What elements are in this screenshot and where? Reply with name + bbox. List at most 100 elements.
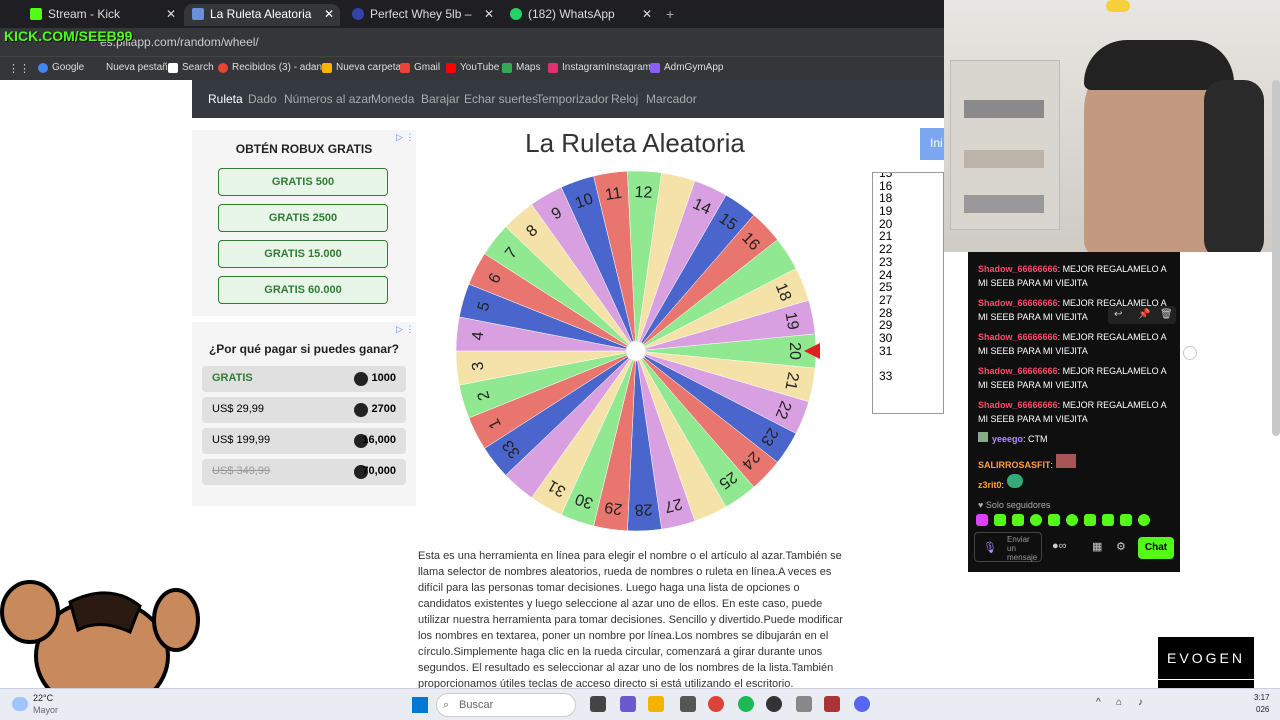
- close-icon[interactable]: ✕: [484, 4, 494, 24]
- emote-icon[interactable]: [1048, 514, 1060, 526]
- store-icon[interactable]: ▦: [1092, 540, 1102, 553]
- close-icon[interactable]: ✕: [166, 4, 176, 24]
- taskview-icon[interactable]: [590, 696, 606, 712]
- gratis-2500-button[interactable]: GRATIS 2500: [218, 204, 388, 232]
- bookmark-maps[interactable]: Maps: [502, 61, 540, 75]
- emote-icon[interactable]: [1012, 514, 1024, 526]
- nav-numeros[interactable]: Números al azar: [284, 92, 372, 106]
- start-button[interactable]: Ini: [920, 128, 944, 160]
- chat-input[interactable]: 🎙 Enviar un mensaje: [974, 532, 1042, 562]
- taskbar-search[interactable]: ⌕ Buscar: [436, 693, 576, 717]
- shoe: [964, 195, 1044, 213]
- microphone-icon[interactable]: ♪: [1138, 697, 1143, 708]
- nav-barajar[interactable]: Barajar: [421, 92, 460, 106]
- chat-message: yeeego: CTM: [978, 432, 1174, 446]
- price-row[interactable]: GRATIS 1000: [202, 366, 406, 392]
- name-line: 25: [879, 280, 893, 295]
- gear-icon[interactable]: ⚙: [1116, 540, 1126, 553]
- chat-send-button[interactable]: Chat: [1138, 537, 1174, 559]
- price-row[interactable]: US$ 349,99 70,000: [202, 459, 406, 485]
- windows-start-icon[interactable]: [412, 697, 428, 713]
- nav-temporizador[interactable]: Temporizador: [536, 92, 609, 106]
- pin-icon[interactable]: 📌: [1138, 306, 1150, 324]
- app-icon[interactable]: [796, 696, 812, 712]
- instagram-icon: [548, 63, 558, 73]
- scrollbar[interactable]: [1272, 80, 1280, 436]
- wheel-label: 4: [470, 331, 488, 342]
- gratis-15000-button[interactable]: GRATIS 15.000: [218, 240, 388, 268]
- app-icon[interactable]: [824, 696, 840, 712]
- emote-icon[interactable]: [1030, 514, 1042, 526]
- heart-icon: ♥: [978, 500, 986, 510]
- bookmark-instagram[interactable]: InstagramInstagram...: [548, 61, 659, 75]
- bookmark-youtube[interactable]: YouTube: [446, 61, 499, 75]
- emote-icon: [1006, 474, 1023, 488]
- nav-marcador[interactable]: Marcador: [646, 92, 697, 106]
- ad-choices-icon[interactable]: ▷ ⋮: [396, 324, 414, 335]
- wheel-label: 28: [634, 500, 653, 518]
- name-line: 19: [879, 204, 893, 219]
- tab-perfect-whey[interactable]: Perfect Whey 5lb – Bluhealth N✕: [344, 4, 500, 41]
- network-icon[interactable]: ⌂: [1116, 697, 1122, 708]
- pikachu-figure: [1106, 0, 1130, 12]
- emote-icon[interactable]: [976, 514, 988, 526]
- nav-ruleta[interactable]: Ruleta: [208, 92, 243, 106]
- reply-icon[interactable]: ↩: [1114, 306, 1122, 324]
- emote-bar: [976, 514, 1172, 528]
- emote-icon: [1055, 454, 1076, 468]
- chrome-icon[interactable]: [708, 696, 724, 712]
- wheel-label: 11: [604, 185, 623, 204]
- close-icon[interactable]: ✕: [642, 4, 652, 24]
- apps-icon[interactable]: ⋮⋮: [8, 62, 30, 75]
- bookmark-search[interactable]: Search: [168, 61, 214, 75]
- roulette-wheel[interactable]: 20212223242527282930313312345678910 11 121…: [454, 170, 820, 534]
- bookmark-new-tab[interactable]: Nueva pestaña: [92, 61, 173, 75]
- nav-reloj[interactable]: Reloj: [611, 92, 638, 106]
- tab-whatsapp[interactable]: (182) WhatsApp Business✕: [502, 4, 658, 41]
- emote-icon[interactable]: [1102, 514, 1114, 526]
- trash-icon[interactable]: 🗑: [1160, 306, 1173, 324]
- file-explorer-icon[interactable]: [648, 696, 664, 712]
- wheel-hub[interactable]: [625, 340, 647, 362]
- names-textarea[interactable]: 15 16 18 19 20 21 22 23 24 25 27 28 29 30 31 33: [872, 172, 944, 414]
- emote-icon[interactable]: [1084, 514, 1096, 526]
- name-line: 31: [879, 343, 893, 358]
- tab-ruleta[interactable]: La Ruleta Aleatoria ✕: [184, 4, 340, 26]
- price-row[interactable]: US$ 199,99 16,000: [202, 428, 406, 454]
- wheel-label: 21: [781, 371, 801, 392]
- bookmark-google[interactable]: Google: [38, 61, 84, 75]
- infinity-icon[interactable]: ●∞: [1052, 540, 1067, 552]
- bookmark-folder[interactable]: Nueva carpeta: [322, 61, 401, 75]
- nav-dado[interactable]: Dado: [248, 92, 277, 106]
- name-line: 30: [879, 330, 893, 345]
- microphone-icon[interactable]: 🎙: [983, 541, 997, 554]
- gratis-500-button[interactable]: GRATIS 500: [218, 168, 388, 196]
- weather-icon[interactable]: [12, 697, 28, 711]
- emote-icon[interactable]: [1138, 514, 1150, 526]
- gratis-60000-button[interactable]: GRATIS 60.000: [218, 276, 388, 304]
- obs-icon[interactable]: [766, 696, 782, 712]
- app-icon[interactable]: [680, 696, 696, 712]
- emote-icon[interactable]: [1066, 514, 1078, 526]
- chevron-up-icon[interactable]: ^: [1096, 697, 1101, 708]
- kick-icon: [30, 8, 42, 20]
- nav-echar-suertes[interactable]: Echar suertes: [464, 92, 538, 106]
- cursor-ring: [1183, 346, 1197, 360]
- app-icon[interactable]: [620, 696, 636, 712]
- close-icon[interactable]: ✕: [324, 4, 334, 24]
- nav-moneda[interactable]: Moneda: [371, 92, 414, 106]
- new-tab-icon[interactable]: +: [666, 6, 674, 22]
- emote-icon[interactable]: [994, 514, 1006, 526]
- bookmark-recibidos[interactable]: Recibidos (3) - adan...: [218, 61, 330, 75]
- tab-kick-dashboard[interactable]: Stream - Kick Dashboard✕: [22, 4, 182, 41]
- discord-icon[interactable]: [854, 696, 870, 712]
- bookmark-gmail[interactable]: Gmail: [400, 61, 440, 75]
- price-row[interactable]: US$ 29,99 2700: [202, 397, 406, 423]
- folder-icon: [322, 63, 332, 73]
- ad-robux: ▷ ⋮ OBTÉN ROBUX GRATIS GRATIS 500 GRATIS…: [192, 130, 416, 316]
- gmail-icon: [400, 63, 410, 73]
- spotify-icon[interactable]: [738, 696, 754, 712]
- bookmark-admgym[interactable]: AdmGymApp: [650, 61, 723, 75]
- chat-message: Shadow_66666666: MEJOR REGALAMELO A MI S…: [978, 264, 1167, 288]
- emote-icon[interactable]: [1120, 514, 1132, 526]
